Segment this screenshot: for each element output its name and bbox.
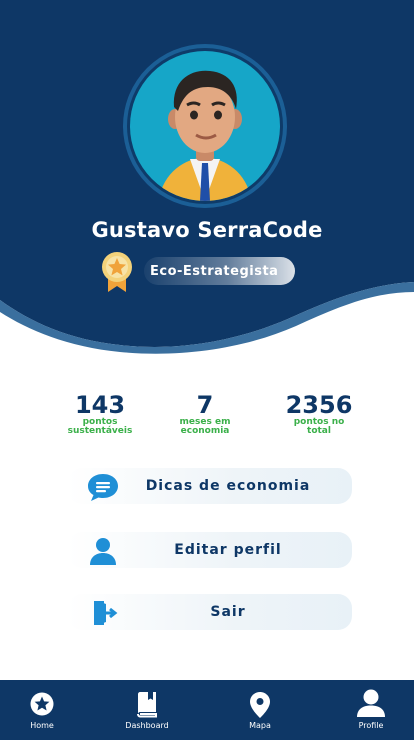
nav-dashboard-label: Dashboard <box>125 721 169 730</box>
nav-profile-label: Profile <box>358 721 384 730</box>
star-circle-icon <box>30 692 54 716</box>
medal-icon <box>102 252 132 292</box>
stats-section: 143 pontos sustentáveis 7 meses em econo… <box>0 392 414 452</box>
avatar-illustration <box>158 70 252 201</box>
nav-home[interactable]: Home <box>2 680 82 740</box>
tips-button-label: Dicas de economia <box>145 478 311 494</box>
stat-total-points: 2356 pontos no total <box>264 392 374 436</box>
badge-label: Eco-Estrategista <box>144 257 295 285</box>
user-name: Gustavo SerraCode <box>91 218 323 242</box>
nav-map-label: Mapa <box>249 721 271 730</box>
bottom-navigation: Home Dashboard Mapa Profile <box>0 680 414 740</box>
edit-profile-button-label: Editar perfil <box>174 542 282 558</box>
book-icon <box>137 692 157 718</box>
stat-label: total <box>307 426 331 436</box>
map-pin-icon <box>250 692 270 718</box>
nav-home-label: Home <box>30 721 54 730</box>
tips-button[interactable]: Dicas de economia <box>68 468 352 504</box>
edit-profile-button[interactable]: Editar perfil <box>68 532 352 568</box>
nav-dashboard[interactable]: Dashboard <box>107 680 187 740</box>
stat-label: sustentáveis <box>67 426 133 436</box>
nav-map[interactable]: Mapa <box>220 680 300 740</box>
logout-button[interactable]: Sair <box>68 594 352 630</box>
avatar <box>123 44 287 208</box>
stat-value: 2356 <box>285 391 353 419</box>
stat-sustainable-points: 143 pontos sustentáveis <box>45 392 155 436</box>
nav-profile[interactable]: Profile <box>331 680 411 740</box>
stat-months-saving: 7 meses em economia <box>150 392 260 436</box>
stat-label: economia <box>180 426 230 436</box>
stat-value: 143 <box>74 391 126 419</box>
logout-button-label: Sair <box>210 604 246 620</box>
user-icon <box>357 689 385 717</box>
stat-value: 7 <box>196 391 214 419</box>
